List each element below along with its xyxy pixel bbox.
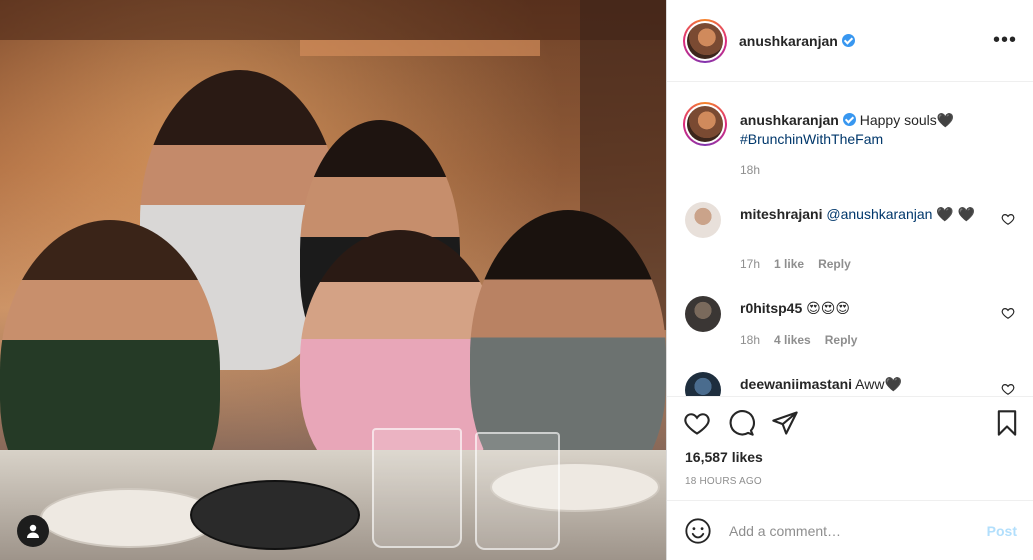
tagged-user-icon[interactable] [17,515,49,547]
post-timestamp[interactable]: 18 HOURS AGO [685,476,762,487]
comments-list[interactable]: anushkaranjan Happy souls🖤 #BrunchinWith… [667,82,1033,396]
caption-body: Happy souls🖤 [859,112,955,128]
comment-body: 🖤 🖤 [932,206,976,222]
likes-count[interactable]: 16,587 likes [685,449,763,465]
comment-input[interactable] [729,519,959,543]
save-icon[interactable] [993,409,1021,437]
comment-meta: 18h 4 likes Reply [740,333,857,347]
railing [300,40,540,56]
post-actions: 16,587 likes 18 HOURS AGO [667,396,1033,498]
comment-text: r0hitsp45 😍😍😍 [740,299,980,318]
ceiling-beam [0,0,666,40]
comment-body: Aww🖤 [855,376,902,392]
comment-mention[interactable]: @anushkaranjan [826,206,932,222]
comment-body: 😍😍😍 [806,300,850,316]
comment-time[interactable]: 18h [740,333,760,347]
post-header: anushkaranjan ••• [667,0,1033,82]
bowl [190,480,360,550]
comment-icon[interactable] [727,409,755,437]
like-icon[interactable] [683,409,711,437]
caption-hashtag[interactable]: #BrunchinWithTheFam [740,131,883,147]
author-avatar[interactable] [683,18,727,63]
commenter-avatar[interactable] [685,372,721,396]
comment-text: miteshrajani @anushkaranjan 🖤 🖤 [740,205,980,224]
comment-likes[interactable]: 1 like [774,257,804,271]
like-comment-icon[interactable] [1001,306,1015,320]
reply-button[interactable]: Reply [825,333,858,347]
more-options-icon[interactable]: ••• [993,30,1017,50]
author-username[interactable]: anushkaranjan [739,33,838,49]
caption-text: anushkaranjan Happy souls🖤 #BrunchinWith… [740,111,1010,149]
commenter-avatar[interactable] [685,296,721,332]
post-photo[interactable] [0,0,666,560]
reply-button[interactable]: Reply [818,257,851,271]
glass-right [475,432,560,550]
glass-left [372,428,462,548]
caption-time[interactable]: 18h [740,163,760,177]
verified-badge-icon [841,34,855,47]
caption-username[interactable]: anushkaranjan [740,112,839,128]
post-button[interactable]: Post [987,523,1017,539]
comment-text: deewaniimastani Aww🖤 [740,375,980,394]
caption-avatar[interactable] [683,102,727,146]
commenter-avatar[interactable] [685,202,721,238]
comment-username[interactable]: miteshrajani [740,206,822,222]
comment-username[interactable]: deewaniimastani [740,376,852,392]
share-icon[interactable] [771,409,799,437]
comment-username[interactable]: r0hitsp45 [740,300,802,316]
comment-time[interactable]: 17h [740,257,760,271]
verified-badge-icon [842,113,856,126]
comment-composer: Post [667,500,1033,560]
comment-likes[interactable]: 4 likes [774,333,811,347]
like-comment-icon[interactable] [1001,212,1015,226]
post-side-panel: anushkaranjan ••• anushkaranjan Happy so… [666,0,1033,560]
comment-meta: 17h 1 like Reply [740,257,851,271]
emoji-icon[interactable] [684,517,712,545]
like-comment-icon[interactable] [1001,382,1015,396]
